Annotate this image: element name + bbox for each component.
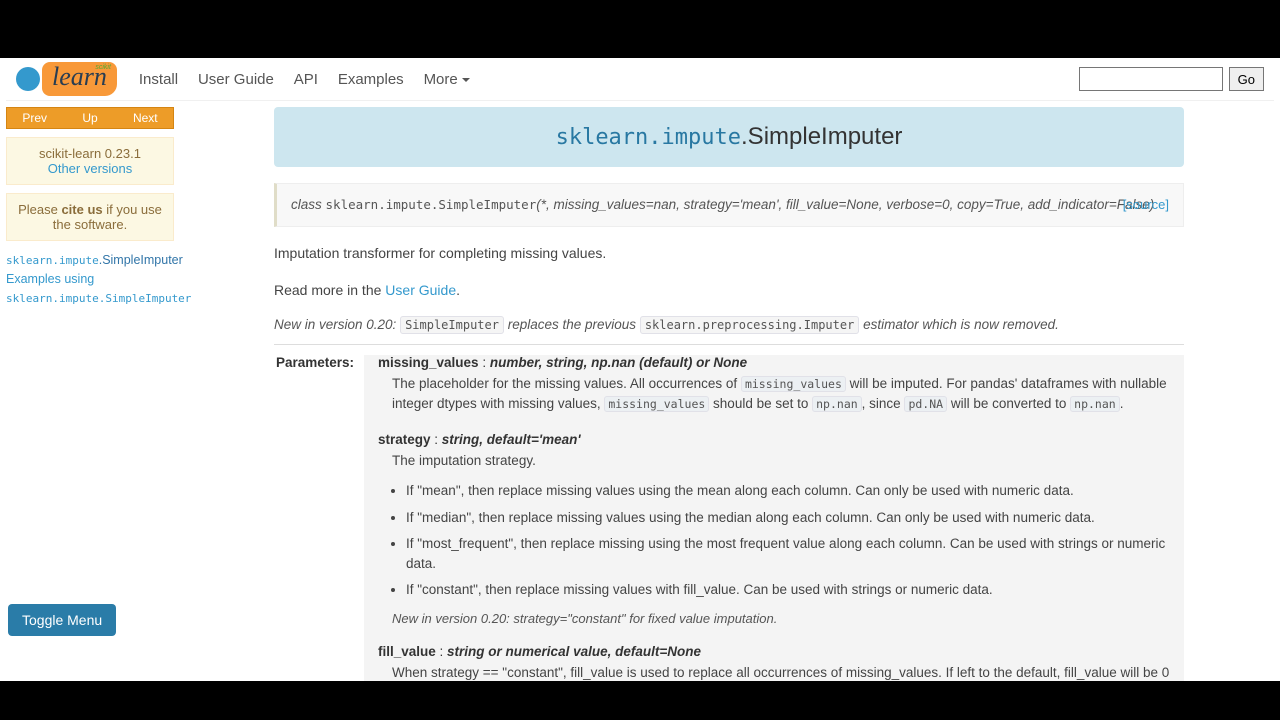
version-added: New in version 0.20: SimpleImputer repla… — [274, 317, 1184, 332]
list-item: If "mean", then replace missing values u… — [406, 481, 1170, 501]
param-strategy: strategy : string, default='mean' The im… — [378, 432, 1170, 626]
main-content: sklearn.impute.SimpleImputer class sklea… — [174, 107, 1274, 681]
description-2: Read more in the User Guide. — [274, 280, 1184, 301]
toc-simpleimputer[interactable]: sklearn.impute.SimpleImputer — [6, 251, 174, 270]
parameters-section: Parameters: missing_values : number, str… — [274, 344, 1184, 681]
nav-api[interactable]: API — [294, 71, 318, 88]
toggle-menu-button[interactable]: Toggle Menu — [8, 604, 116, 636]
param-fill-value: fill_value : string or numerical value, … — [378, 644, 1170, 681]
description-1: Imputation transformer for completing mi… — [274, 243, 1184, 264]
navbar: scikit learn Install User Guide API Exam… — [6, 58, 1274, 101]
nav-more-dropdown[interactable]: More — [424, 71, 470, 88]
search-go-button[interactable]: Go — [1229, 67, 1264, 91]
version-box: scikit-learn 0.23.1 Other versions — [6, 137, 174, 185]
list-item: If "median", then replace missing values… — [406, 508, 1170, 528]
prev-link[interactable]: Prev — [7, 108, 62, 128]
sidebar: Prev Up Next scikit-learn 0.23.1 Other v… — [6, 107, 174, 681]
list-item: If "most_frequent", then replace missing… — [406, 534, 1170, 575]
search-input[interactable] — [1079, 67, 1223, 91]
signature-box: class sklearn.impute.SimpleImputer(*, mi… — [274, 183, 1184, 227]
toc: sklearn.impute.SimpleImputer Examples us… — [6, 251, 174, 307]
nav-install[interactable]: Install — [139, 71, 178, 88]
toc-examples-using[interactable]: Examples using — [6, 270, 174, 289]
nav-user-guide[interactable]: User Guide — [198, 71, 274, 88]
toc-examples-mono[interactable]: sklearn.impute.SimpleImputer — [6, 289, 174, 308]
source-link[interactable]: [source] — [1123, 195, 1169, 216]
page-title: sklearn.impute.SimpleImputer — [274, 107, 1184, 167]
version-note: New in version 0.20: strategy="constant"… — [378, 611, 1170, 626]
up-link[interactable]: Up — [62, 108, 117, 128]
version-text: scikit-learn 0.23.1 — [13, 146, 167, 161]
parameters-label: Parameters: — [274, 355, 364, 681]
next-link[interactable]: Next — [118, 108, 173, 128]
nav-links: Install User Guide API Examples More — [131, 71, 478, 88]
cite-us-link[interactable]: cite us — [61, 202, 102, 217]
param-missing-values: missing_values : number, string, np.nan … — [378, 355, 1170, 415]
list-item: If "constant", then replace missing valu… — [406, 580, 1170, 600]
other-versions-link[interactable]: Other versions — [48, 161, 133, 176]
logo-box: scikit learn — [42, 62, 117, 96]
nav-examples[interactable]: Examples — [338, 71, 404, 88]
prev-up-next: Prev Up Next — [6, 107, 174, 129]
cite-box: Please cite us if you use the software. — [6, 193, 174, 241]
logo[interactable]: scikit learn — [16, 62, 117, 96]
logo-dot-icon — [16, 67, 40, 91]
user-guide-link[interactable]: User Guide — [385, 282, 456, 298]
